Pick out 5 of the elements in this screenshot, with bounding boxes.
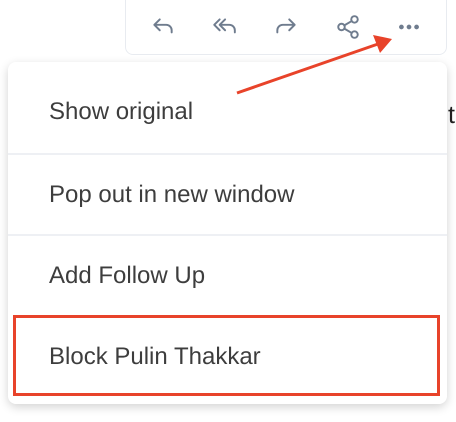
menu-item[interactable]: Block Pulin Thakkar <box>13 315 440 396</box>
body-text: t <box>448 101 455 130</box>
menu-item[interactable]: Show original <box>8 62 447 153</box>
menu-item[interactable]: Pop out in new window <box>8 153 447 234</box>
menu-item[interactable]: Add Follow Up <box>8 234 447 315</box>
